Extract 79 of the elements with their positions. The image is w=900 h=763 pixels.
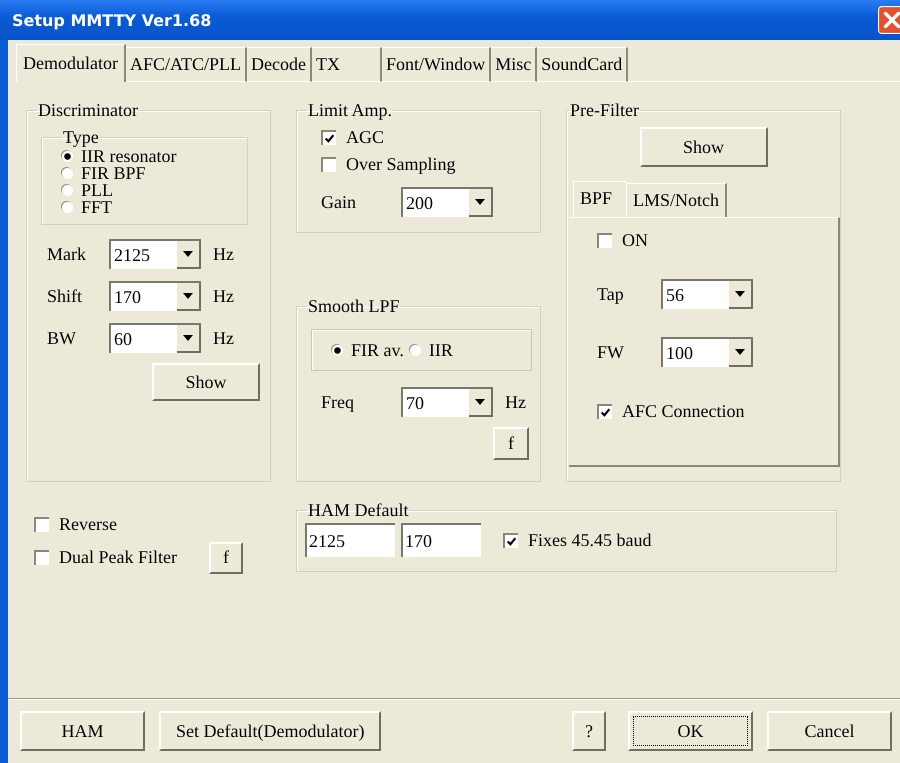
show-button[interactable]: Show [152, 363, 260, 401]
tab[interactable]: Decode [247, 47, 312, 82]
option-label: FFT [81, 199, 112, 216]
mark-input[interactable]: 2125 [305, 523, 395, 557]
option-label: IIR [428, 340, 453, 360]
group-title: HAM Default [307, 500, 410, 521]
caret-icon [183, 335, 193, 341]
radio-button[interactable] [62, 202, 73, 213]
dropdown[interactable]: 2125 [109, 239, 201, 269]
dialog-button[interactable]: Set Default(Demodulator) [159, 711, 382, 751]
group-title: Limit Amp. [307, 100, 394, 121]
dropdown[interactable]: 100 [661, 337, 753, 367]
checkbox-label: Reverse [59, 514, 117, 535]
checkbox[interactable] [321, 130, 336, 145]
checkbox[interactable] [321, 157, 336, 172]
unit-label: Hz [213, 328, 234, 348]
dialog-button[interactable]: ? [572, 711, 606, 751]
tab[interactable]: TX [312, 47, 382, 82]
caret-icon [475, 199, 485, 205]
dropdown[interactable]: 60 [109, 323, 201, 353]
caret-icon [735, 349, 745, 355]
group-title: Smooth LPF [307, 296, 401, 317]
field-label: Shift [47, 286, 84, 306]
field-label: Freq [321, 392, 355, 412]
dropdown[interactable]: 56 [661, 279, 753, 309]
group-title: Pre-Filter [569, 100, 640, 121]
checkbox-label: Fixes 45.45 baud [528, 530, 652, 550]
radio-button[interactable] [62, 151, 73, 162]
caret-icon [183, 293, 193, 299]
f-button[interactable]: f [208, 542, 243, 574]
shift-input[interactable]: 170 [401, 523, 481, 557]
window-title: Setup MMTTY Ver1.68 [12, 10, 212, 30]
dialog-button[interactable]: Cancel [767, 711, 892, 751]
radio-button[interactable] [62, 168, 73, 179]
option-label: PLL [81, 182, 114, 199]
radio-button[interactable] [410, 344, 421, 356]
radio-button[interactable] [332, 344, 343, 356]
field-label: Mark [47, 244, 87, 264]
checkbox-label: AGC [346, 127, 384, 148]
tab[interactable]: SoundCard [537, 47, 628, 82]
caret-icon [183, 251, 193, 257]
dropdown[interactable]: 170 [109, 281, 201, 311]
dropdown[interactable]: 200 [401, 187, 493, 217]
checkbox[interactable] [34, 550, 49, 565]
close-button[interactable] [878, 6, 900, 34]
tab[interactable]: Demodulator [16, 44, 126, 82]
tab[interactable]: Misc [491, 47, 538, 82]
caret-icon [735, 291, 745, 297]
field-label: FW [597, 342, 625, 362]
checkbox[interactable] [597, 233, 612, 248]
option-label: FIR av. [351, 340, 404, 360]
unit-label: Hz [213, 244, 234, 264]
show-button[interactable]: Show [640, 127, 768, 167]
checkbox-label: ON [622, 230, 648, 251]
field-label: BW [47, 328, 77, 348]
group-title: Type [62, 127, 100, 148]
dialog-button[interactable]: OK [628, 711, 753, 751]
unit-label: Hz [505, 392, 526, 412]
dropdown[interactable]: 70 [401, 387, 493, 417]
tab[interactable]: BPF [573, 181, 628, 217]
radio-button[interactable] [62, 185, 73, 196]
field-label: Tap [597, 284, 625, 304]
checkbox[interactable] [503, 532, 518, 548]
caret-icon [475, 399, 485, 405]
checkbox[interactable] [597, 404, 612, 419]
f-button[interactable]: f [493, 427, 529, 460]
unit-label: Hz [213, 286, 234, 306]
tab[interactable]: AFC/ATC/PLL [126, 47, 248, 82]
checkbox-label: Dual Peak Filter [59, 547, 177, 568]
checkbox[interactable] [34, 517, 49, 532]
tab[interactable]: LMS/Notch [627, 183, 728, 217]
checkbox-label: Over Sampling [346, 154, 456, 175]
dialog-button[interactable]: HAM [20, 711, 145, 751]
option-label: IIR resonator [81, 148, 176, 165]
checkbox-label: AFC Connection [622, 401, 745, 422]
field-label: Gain [321, 192, 357, 212]
option-label: FIR BPF [81, 165, 146, 182]
group-title: Discriminator [37, 100, 139, 121]
tab[interactable]: Font/Window [382, 47, 492, 82]
